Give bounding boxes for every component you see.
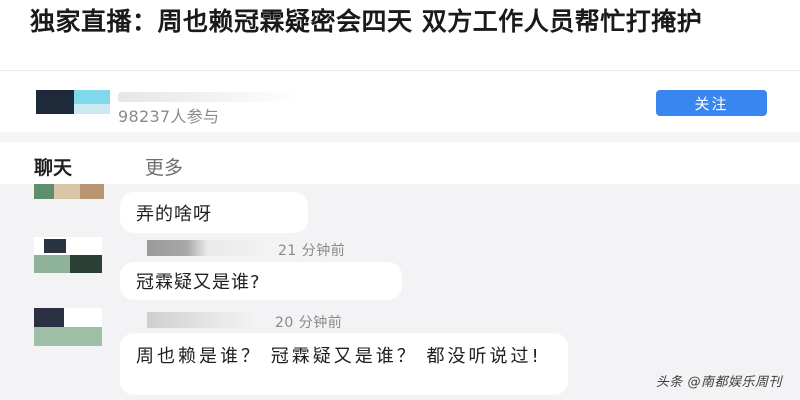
chat-list[interactable]: 弄的啥呀 21 分钟前 冠霖疑又是谁? 20 分钟前 周也赖是谁？ 冠霖疑又是谁… [0, 184, 800, 400]
live-chat-screen: 独家直播：周也赖冠霖疑密会四天 双方工作人员帮忙打掩护 98237人参与 关注 … [0, 0, 800, 400]
avatar[interactable] [34, 237, 102, 273]
article-title: 独家直播：周也赖冠霖疑密会四天 双方工作人员帮忙打掩护 [30, 7, 703, 36]
tab-more[interactable]: 更多 [145, 153, 183, 180]
sender-name-redacted [147, 312, 257, 328]
message-time: 20 分钟前 [275, 315, 343, 331]
host-avatar[interactable] [36, 90, 110, 114]
watermark: 头条 @南都娱乐周刊 [655, 375, 782, 390]
message-bubble: 冠霖疑又是谁? [120, 262, 402, 300]
sender-name-redacted [147, 240, 267, 256]
host-name-redacted [118, 92, 298, 102]
message-bubble: 周也赖是谁？ 冠霖疑又是谁？ 都没听说过! [120, 333, 568, 395]
follow-button[interactable]: 关注 [656, 90, 767, 116]
avatar[interactable] [34, 184, 104, 199]
section-divider [0, 132, 800, 142]
participants-count: 98237人参与 [118, 107, 220, 126]
avatar[interactable] [34, 308, 102, 346]
tab-chat[interactable]: 聊天 [34, 153, 72, 180]
title-divider [0, 70, 800, 71]
message-bubble: 弄的啥呀 [120, 192, 308, 233]
message-time: 21 分钟前 [278, 243, 346, 259]
